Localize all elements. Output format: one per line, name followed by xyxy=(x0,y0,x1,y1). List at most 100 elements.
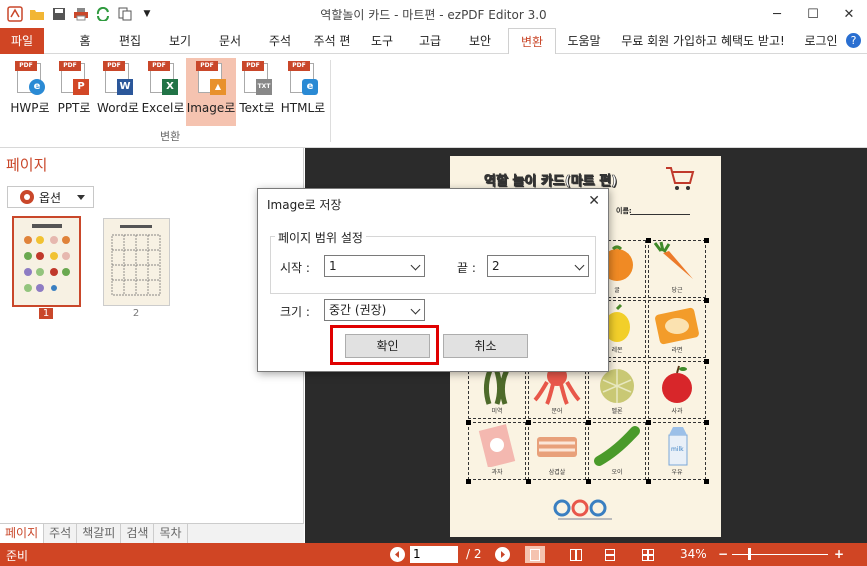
ribbon-panel: PDF e HWP로 PDF P PPT로 PDF W Word로 PDF X Exce… xyxy=(0,54,867,148)
tab-help[interactable]: 도움말 xyxy=(562,28,606,54)
next-page-button[interactable] xyxy=(495,547,510,562)
two-page-view-icon[interactable] xyxy=(566,546,586,563)
selection-handle[interactable] xyxy=(646,420,651,425)
selection-handle[interactable] xyxy=(704,359,709,364)
name-underline xyxy=(630,214,690,215)
continuous-view-icon[interactable] xyxy=(600,546,620,563)
convert-image-button[interactable]: PDF ▲ Image로 xyxy=(186,58,236,126)
document-title: 역할 놀이 카드(마트 편) xyxy=(484,174,618,190)
help-icon[interactable]: ? xyxy=(846,33,861,48)
tab-view[interactable]: 보기 xyxy=(162,28,198,54)
zoom-slider-thumb[interactable] xyxy=(748,548,751,560)
selection-handle[interactable] xyxy=(586,479,591,484)
tab-toc[interactable]: 목차 xyxy=(154,524,188,543)
zoom-in-button[interactable]: + xyxy=(834,547,844,561)
end-label: 끝 : xyxy=(457,261,476,275)
zoom-slider[interactable] xyxy=(732,554,828,555)
close-button[interactable]: ✕ xyxy=(831,0,867,28)
selection-handle[interactable] xyxy=(704,420,709,425)
close-icon[interactable]: ✕ xyxy=(588,193,600,209)
gear-icon xyxy=(20,190,34,204)
app-logo-icon xyxy=(6,5,24,23)
save-icon[interactable] xyxy=(50,5,68,23)
prev-page-button[interactable] xyxy=(390,547,405,562)
ribbon-group-divider xyxy=(330,60,331,142)
tab-document[interactable]: 문서 xyxy=(212,28,248,54)
brand-logo xyxy=(553,499,612,520)
chevron-down-icon xyxy=(77,195,85,200)
login-link[interactable]: 로그인 xyxy=(800,28,842,54)
zoom-out-button[interactable]: − xyxy=(718,547,728,561)
selection-handle[interactable] xyxy=(704,238,709,243)
selection-handle[interactable] xyxy=(526,479,531,484)
panel-bottom-tabs: 페이지 주석 책갈피 검색 목차 xyxy=(0,523,304,543)
convert-hwp-button[interactable]: PDF e HWP로 xyxy=(8,58,52,126)
selection-handle[interactable] xyxy=(466,420,471,425)
cancel-button[interactable]: 취소 xyxy=(443,334,528,358)
card-carrot: 당근 xyxy=(648,240,706,298)
customize-toolbar-icon[interactable]: ▼ xyxy=(138,5,156,23)
open-folder-icon[interactable] xyxy=(28,5,46,23)
image-file-icon: PDF ▲ xyxy=(196,61,226,95)
tab-annotations[interactable]: 주석 xyxy=(44,524,78,543)
thumbnail-preview-2 xyxy=(111,225,161,296)
convert-text-button[interactable]: PDF TXT Text로 xyxy=(238,58,276,126)
convert-ppt-button[interactable]: PDF P PPT로 xyxy=(55,58,93,126)
promo-link[interactable]: 무료 회원 가입하고 혜택도 받고! xyxy=(610,28,796,54)
tab-advanced[interactable]: 고급 xyxy=(412,28,448,54)
tab-file[interactable]: 파일 xyxy=(0,28,44,54)
text-file-icon: PDF TXT xyxy=(242,61,272,95)
card-snack: 과자 xyxy=(468,422,526,480)
convert-word-button[interactable]: PDF W Word로 xyxy=(96,58,140,126)
selection-handle[interactable] xyxy=(646,238,651,243)
shopping-cart-icon xyxy=(666,167,695,190)
size-select[interactable]: 중간 (권장) xyxy=(324,299,425,321)
ribbon-group-label: 변환 xyxy=(160,130,181,143)
page-number-2: 2 xyxy=(132,308,140,319)
selection-handle[interactable] xyxy=(704,298,709,303)
print-icon[interactable] xyxy=(72,5,90,23)
maximize-button[interactable]: ☐ xyxy=(795,0,831,28)
page-thumbnail-1[interactable] xyxy=(12,216,81,307)
tab-annotation-edit[interactable]: 주석 편 xyxy=(306,28,358,54)
tab-pages[interactable]: 페이지 xyxy=(0,524,45,543)
chevron-down-icon xyxy=(410,304,421,315)
tab-home[interactable]: 홈 xyxy=(70,28,100,54)
page-thumbnail-2[interactable] xyxy=(103,218,170,306)
tab-convert[interactable]: 변환 xyxy=(508,28,556,55)
grid-view-icon[interactable] xyxy=(638,546,658,563)
start-page-select[interactable]: 1 xyxy=(324,255,425,277)
svg-text:milk: milk xyxy=(671,446,684,453)
tab-annotation[interactable]: 주석 xyxy=(262,28,298,54)
selection-handle[interactable] xyxy=(646,479,651,484)
tab-search[interactable]: 검색 xyxy=(121,524,155,543)
status-text: 준비 xyxy=(6,549,29,563)
single-page-view-icon[interactable] xyxy=(525,546,545,563)
selection-handle[interactable] xyxy=(466,479,471,484)
selection-handle[interactable] xyxy=(704,479,709,484)
convert-html-button[interactable]: PDF e HTML로 xyxy=(280,58,326,126)
ppt-file-icon: PDF P xyxy=(59,61,89,95)
options-button[interactable]: 옵션 xyxy=(7,186,94,208)
tab-bookmarks[interactable]: 책갈피 xyxy=(77,524,122,543)
card-apple: 사과 xyxy=(648,361,706,419)
convert-excel-button[interactable]: PDF X Excel로 xyxy=(142,58,184,126)
selection-handle[interactable] xyxy=(586,420,591,425)
thumbnail-preview-1 xyxy=(24,224,70,292)
quick-access-toolbar: ▼ xyxy=(6,5,156,23)
page-total: / 2 xyxy=(466,547,482,561)
end-page-select[interactable]: 2 xyxy=(487,255,589,277)
selection-handle[interactable] xyxy=(526,420,531,425)
chevron-down-icon xyxy=(410,260,421,271)
refresh-icon[interactable] xyxy=(94,5,112,23)
tab-edit[interactable]: 편집 xyxy=(112,28,148,54)
page-number-1: 1 xyxy=(39,308,53,319)
copy-icon[interactable] xyxy=(116,5,134,23)
tab-tools[interactable]: 도구 xyxy=(364,28,400,54)
card-ramen: 라면 xyxy=(648,300,706,358)
page-number-input[interactable]: 1 xyxy=(410,546,458,563)
size-label: 크기 : xyxy=(280,305,310,319)
minimize-button[interactable]: ─ xyxy=(759,0,795,28)
page-range-legend: 페이지 범위 설정 xyxy=(275,229,366,246)
tab-security[interactable]: 보안 xyxy=(462,28,498,54)
